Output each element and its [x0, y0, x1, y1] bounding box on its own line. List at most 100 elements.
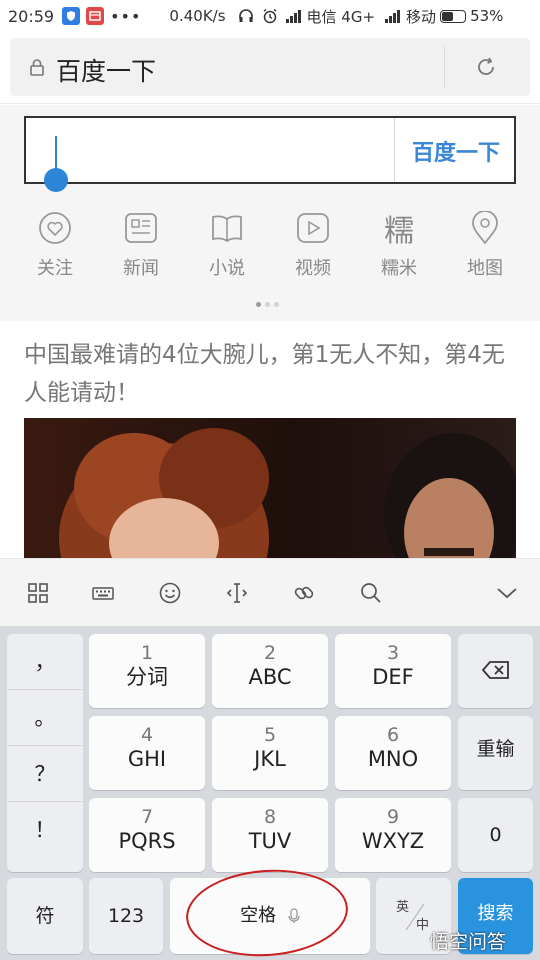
- emoji-icon[interactable]: [158, 581, 182, 605]
- alarm-icon: [262, 8, 278, 24]
- heart-icon: [37, 210, 73, 246]
- app-notification-icon: [86, 7, 105, 25]
- key-number: 2: [263, 642, 277, 664]
- divider: [394, 118, 395, 182]
- key-label: 重输: [476, 738, 515, 760]
- key-5[interactable]: 5 JKL: [212, 716, 328, 790]
- battery-percent: 53%: [470, 7, 504, 25]
- key-3[interactable]: 3 DEF: [335, 634, 451, 708]
- quick-link-label: 新闻: [123, 258, 159, 279]
- key-label: 符: [35, 905, 55, 927]
- key-label: JKL: [254, 747, 286, 771]
- signal-icon: [385, 9, 401, 23]
- quick-link-label: 关注: [37, 258, 73, 279]
- lang-zh-label: 中: [416, 918, 430, 933]
- key-number: 9: [386, 806, 400, 828]
- shield-icon: [62, 7, 81, 25]
- backspace-icon: [481, 661, 509, 679]
- carrier-1: 电信 4G+: [306, 7, 376, 26]
- article-image[interactable]: [24, 418, 516, 558]
- keyboard-toolbar: [0, 558, 540, 626]
- watermark: 悟空问答: [430, 931, 507, 953]
- book-icon: [209, 210, 245, 246]
- search-button[interactable]: 百度一下: [412, 135, 500, 167]
- key-7[interactable]: 7 PQRS: [89, 798, 205, 872]
- carrier-2: 移动: [406, 7, 437, 26]
- key-4[interactable]: 4 GHI: [89, 716, 205, 790]
- key-label: 123: [107, 905, 145, 927]
- page-dot: [265, 302, 270, 307]
- punct-key[interactable]: ？: [7, 746, 83, 802]
- key-number: 5: [263, 724, 277, 746]
- backspace-key[interactable]: [458, 634, 533, 708]
- cursor-handle[interactable]: [44, 168, 68, 192]
- address-bar[interactable]: 百度一下: [10, 38, 530, 96]
- key-label: 0: [489, 824, 502, 846]
- key-2[interactable]: 2 ABC: [212, 634, 328, 708]
- map-pin-icon: [467, 210, 503, 246]
- key-9[interactable]: 9 WXYZ: [335, 798, 451, 872]
- cursor-move-icon[interactable]: [225, 581, 249, 605]
- key-8[interactable]: 8 TUV: [212, 798, 328, 872]
- search-input[interactable]: 百度一下: [24, 116, 516, 192]
- browser-toolbar: 百度一下: [0, 32, 540, 104]
- page-indicator: [256, 302, 279, 307]
- signal-icon: [285, 9, 301, 23]
- page-dot-active: [256, 302, 261, 307]
- more-notifications-icon: •••: [110, 6, 142, 26]
- key-label: MNO: [367, 747, 419, 771]
- punct-key[interactable]: ，: [7, 634, 83, 690]
- nuomi-icon: 糯: [384, 214, 414, 249]
- network-speed: 0.40K/s: [169, 7, 226, 25]
- key-1[interactable]: 1 分词: [89, 634, 205, 708]
- link-icon[interactable]: [292, 581, 316, 605]
- quick-link-map[interactable]: 地图: [445, 210, 525, 280]
- keyboard-layout-icon[interactable]: [91, 581, 115, 605]
- quick-link-label: 地图: [467, 258, 503, 279]
- number-mode-key[interactable]: 123: [89, 878, 163, 954]
- key-label: PQRS: [118, 829, 176, 853]
- baidu-home: 百度一下 关注 新闻 小说 视频 糯 糯米 地图: [0, 105, 540, 321]
- page-title: 百度一下: [56, 57, 157, 86]
- punct-key[interactable]: ！: [7, 802, 83, 858]
- quick-link-video[interactable]: 视频: [273, 210, 353, 280]
- quick-link-label: 小说: [209, 258, 245, 279]
- search-icon[interactable]: [359, 581, 383, 605]
- key-label: TUV: [248, 829, 292, 853]
- reenter-key[interactable]: 重输: [458, 716, 533, 790]
- reload-icon[interactable]: [474, 55, 498, 79]
- quick-links: 关注 新闻 小说 视频 糯 糯米 地图: [12, 210, 528, 280]
- key-label: 分词: [126, 665, 168, 689]
- article-headline[interactable]: 中国最难请的4位大腕儿，第1无人不知，第4无人能请动！: [24, 336, 514, 412]
- chevron-down-icon[interactable]: [495, 581, 519, 605]
- headphones-icon: [238, 8, 254, 24]
- punct-key[interactable]: 。: [7, 690, 83, 746]
- key-6[interactable]: 6 MNO: [335, 716, 451, 790]
- battery-icon: [440, 9, 467, 23]
- quick-link-label: 糯米: [381, 258, 417, 279]
- quick-link-label: 视频: [295, 258, 331, 279]
- status-time: 20:59: [8, 6, 55, 26]
- key-number: 4: [140, 724, 154, 746]
- page-dot: [274, 302, 279, 307]
- key-0[interactable]: 0: [458, 798, 533, 872]
- quick-link-nuomi[interactable]: 糯 糯米: [359, 210, 439, 280]
- play-icon: [295, 210, 331, 246]
- status-bar: 20:59 ••• 0.40K/s 电信 4G+ 移动 53%: [0, 0, 540, 32]
- key-label: ABC: [248, 665, 292, 689]
- divider: [444, 46, 445, 88]
- key-label: WXYZ: [361, 829, 425, 853]
- grid-menu-icon[interactable]: [26, 581, 50, 605]
- key-number: 8: [263, 806, 277, 828]
- key-label: DEF: [372, 665, 414, 689]
- key-number: 3: [386, 642, 400, 664]
- quick-link-follow[interactable]: 关注: [15, 210, 95, 280]
- punctuation-column: ， 。 ？ ！: [7, 634, 83, 872]
- quick-link-novel[interactable]: 小说: [187, 210, 267, 280]
- symbol-key[interactable]: 符: [7, 878, 83, 954]
- lock-icon: [30, 59, 44, 76]
- quick-link-news[interactable]: 新闻: [101, 210, 181, 280]
- key-number: 6: [386, 724, 400, 746]
- key-number: 7: [140, 806, 154, 828]
- news-icon: [123, 210, 159, 246]
